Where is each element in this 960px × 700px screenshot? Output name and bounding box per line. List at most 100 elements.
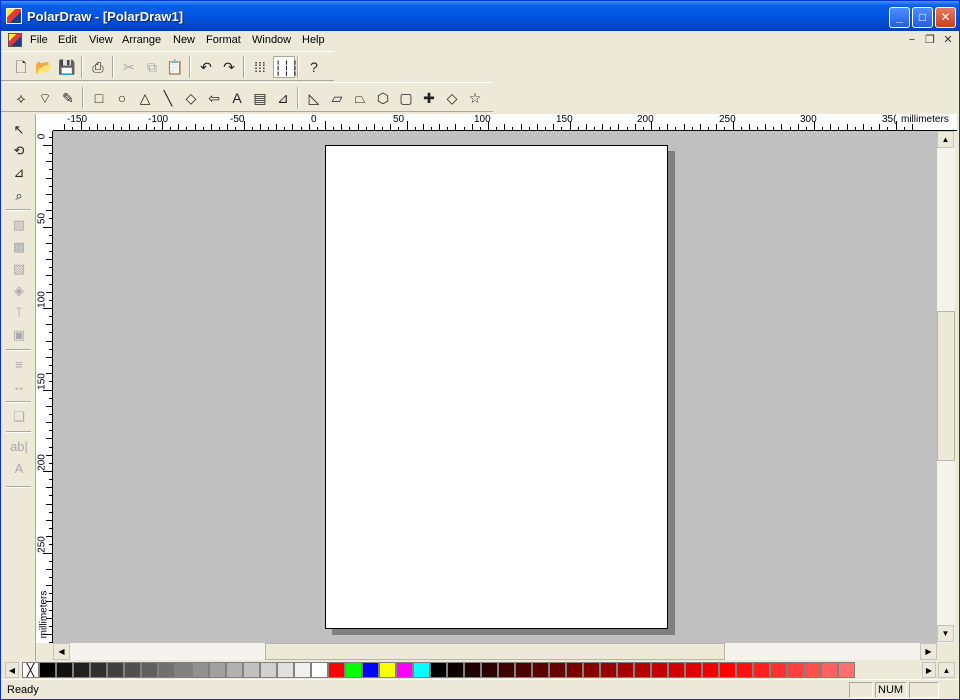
cross-icon[interactable]: ✚ <box>418 87 440 109</box>
trapezoid-icon[interactable]: ⏢ <box>349 87 371 109</box>
dimension-icon[interactable]: ⊿ <box>272 87 294 109</box>
undo-icon[interactable]: ↶ <box>195 56 217 78</box>
color-swatch[interactable] <box>583 662 600 678</box>
right-triangle-icon[interactable]: ◺ <box>303 87 325 109</box>
color-swatch[interactable] <box>447 662 464 678</box>
font-icon[interactable]: A <box>8 459 30 479</box>
color-swatch[interactable] <box>464 662 481 678</box>
shadow-icon[interactable]: ❏ <box>8 407 30 427</box>
minimize-button[interactable]: _ <box>889 7 910 28</box>
color-swatch[interactable] <box>328 662 345 678</box>
color-swatch[interactable] <box>158 662 175 678</box>
color-swatch[interactable] <box>634 662 651 678</box>
image-frame-icon[interactable]: ▣ <box>8 325 30 345</box>
color-swatch[interactable] <box>243 662 260 678</box>
color-swatch[interactable] <box>566 662 583 678</box>
horizontal-scrollbar[interactable]: ◀ ▶ <box>53 643 937 660</box>
fill-hatch-icon[interactable]: ▧ <box>8 259 30 279</box>
line-style-icon[interactable]: ≡ <box>8 355 30 375</box>
color-swatch[interactable] <box>56 662 73 678</box>
maximize-button[interactable]: □ <box>912 7 933 28</box>
copy-icon[interactable]: ⧉ <box>141 56 163 78</box>
title-bar[interactable]: PolarDraw - [PolarDraw1] _ □ ✕ <box>1 1 959 31</box>
color-swatch[interactable] <box>362 662 379 678</box>
document-icon[interactable] <box>8 33 22 47</box>
color-swatch[interactable] <box>90 662 107 678</box>
menu-window[interactable]: Window <box>252 34 291 46</box>
color-swatch[interactable] <box>107 662 124 678</box>
rounded-rect-icon[interactable]: ▢ <box>395 87 417 109</box>
fill-pattern-icon[interactable]: ▨ <box>8 215 30 235</box>
node-edit-icon[interactable]: ⊿ <box>8 163 30 183</box>
color-swatch[interactable] <box>226 662 243 678</box>
rotate-icon[interactable]: ⟲ <box>8 141 30 161</box>
color-swatch[interactable] <box>175 662 192 678</box>
color-swatch[interactable] <box>838 662 855 678</box>
line-icon[interactable]: ╲ <box>157 87 179 109</box>
color-swatch[interactable] <box>821 662 838 678</box>
paste-icon[interactable]: 📋 <box>164 56 186 78</box>
color-swatch[interactable] <box>396 662 413 678</box>
text-icon[interactable]: A <box>226 87 248 109</box>
menu-edit[interactable]: Edit <box>58 34 77 46</box>
cut-icon[interactable]: ✂ <box>118 56 140 78</box>
freehand-icon[interactable]: ✎ <box>57 87 79 109</box>
color-swatch[interactable] <box>192 662 209 678</box>
menu-arrange[interactable]: Arrange <box>122 34 161 46</box>
drawing-page[interactable] <box>325 145 668 629</box>
color-swatch[interactable] <box>498 662 515 678</box>
menu-new[interactable]: New <box>173 34 195 46</box>
palette-scroll-left-button[interactable]: ◀ <box>5 662 19 678</box>
grid-lines-icon[interactable]: ┆┆┆ <box>273 56 299 78</box>
help-icon[interactable]: ? <box>303 56 325 78</box>
scroll-left-button[interactable]: ◀ <box>53 643 70 660</box>
color-swatch[interactable] <box>685 662 702 678</box>
ellipse-icon[interactable]: ○ <box>111 87 133 109</box>
diamond-icon[interactable]: ◇ <box>180 87 202 109</box>
fill-checker-icon[interactable]: ▩ <box>8 237 30 257</box>
color-swatch[interactable] <box>804 662 821 678</box>
color-swatch[interactable] <box>124 662 141 678</box>
scroll-right-button[interactable]: ▶ <box>920 643 937 660</box>
rhombus-icon[interactable]: ◇ <box>441 87 463 109</box>
color-swatch[interactable] <box>651 662 668 678</box>
color-swatch[interactable] <box>515 662 532 678</box>
print-icon[interactable]: ⎙ <box>87 56 109 78</box>
text-frame-icon[interactable]: ▤ <box>249 87 271 109</box>
arrow-ends-icon[interactable]: ↔ <box>8 377 30 397</box>
color-swatch[interactable] <box>753 662 770 678</box>
triangle-icon[interactable]: △ <box>134 87 156 109</box>
grid-dots-icon[interactable]: ⁞⁞⁞ <box>249 56 271 78</box>
scroll-up-button[interactable]: ▲ <box>937 131 954 148</box>
color-swatch[interactable] <box>600 662 617 678</box>
select-arrow-icon[interactable]: ↖ <box>8 120 30 140</box>
color-swatch[interactable] <box>702 662 719 678</box>
color-swatch[interactable] <box>209 662 226 678</box>
color-swatch[interactable] <box>549 662 566 678</box>
color-swatch[interactable] <box>736 662 753 678</box>
text-abc-icon[interactable]: ab| <box>8 437 30 457</box>
bezier-icon[interactable]: ⌔ <box>34 87 56 109</box>
paint-bucket-icon[interactable]: ◈ <box>8 281 30 301</box>
color-swatch[interactable] <box>294 662 311 678</box>
color-swatch[interactable] <box>787 662 804 678</box>
save-disk-icon[interactable]: 💾 <box>56 56 78 78</box>
color-swatch[interactable] <box>719 662 736 678</box>
close-button[interactable]: ✕ <box>935 7 956 28</box>
vertical-scroll-thumb[interactable] <box>937 311 955 461</box>
color-swatch[interactable] <box>430 662 447 678</box>
color-swatch[interactable] <box>481 662 498 678</box>
color-swatch[interactable] <box>73 662 90 678</box>
mdi-close-button[interactable]: ✕ <box>941 33 955 47</box>
color-swatch[interactable] <box>39 662 56 678</box>
rectangle-icon[interactable]: □ <box>88 87 110 109</box>
drawing-canvas[interactable] <box>53 131 937 643</box>
menu-file[interactable]: File <box>30 34 48 46</box>
color-swatch[interactable] <box>617 662 634 678</box>
parallelogram-icon[interactable]: ▱ <box>326 87 348 109</box>
color-swatch[interactable] <box>532 662 549 678</box>
pen-icon[interactable]: ⟡ <box>10 87 32 109</box>
menu-format[interactable]: Format <box>206 34 241 46</box>
mdi-minimize-button[interactable]: − <box>905 33 919 47</box>
vertical-scrollbar[interactable]: ▲ ▼ <box>937 131 955 643</box>
